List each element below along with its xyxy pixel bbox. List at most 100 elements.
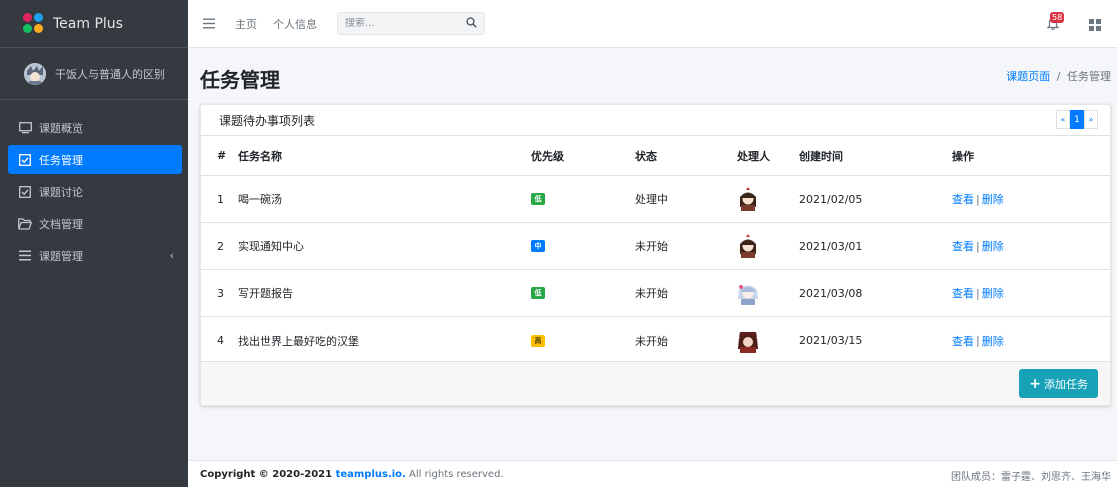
priority-cell: 低 (531, 270, 545, 316)
avatar-girl-3-icon (738, 331, 758, 353)
user-avatar (24, 62, 46, 85)
priority-cell: 低 (531, 176, 545, 222)
breadcrumb-current: 任务管理 (1067, 70, 1111, 83)
checkbox-icon (18, 153, 32, 167)
search-input[interactable] (345, 18, 455, 29)
task-name: 写开题报告 (238, 287, 293, 300)
owner-avatar-cell (737, 270, 759, 316)
row-num: 3 (217, 286, 224, 300)
sidebar-item-topic-management[interactable]: 课题管理 ‹ (8, 241, 182, 270)
footer-site-link[interactable]: teamplus.io. (336, 469, 406, 480)
avatar-girl-1-icon (740, 234, 756, 258)
pagination: « 1 » (1056, 110, 1098, 129)
page-title: 任务管理 (200, 68, 280, 92)
task-name: 喝一碗汤 (238, 193, 282, 206)
created-date: 2021/03/15 (799, 334, 863, 347)
avatar-girl-1-icon (740, 187, 756, 211)
delete-link[interactable]: 删除 (982, 191, 1004, 207)
row-num: 4 (217, 334, 224, 347)
view-link[interactable]: 查看 (952, 191, 974, 207)
column-header-status: 状态 (635, 149, 657, 163)
ops-separator: | (976, 192, 980, 206)
ops-cell: 查看 | 删除 (952, 176, 1004, 222)
task-table: # 任务名称 优先级 状态 处理人 创建时间 操作 1 喝一碗汤 低 处理中 2… (201, 136, 1110, 364)
row-num: 1 (217, 192, 224, 206)
notification-bell[interactable]: 58 (1046, 12, 1065, 33)
breadcrumb: 课题页面 / 任务管理 (1006, 68, 1111, 84)
owner-avatar-cell (737, 223, 759, 269)
sidebar-item-label: 任务管理 (39, 153, 83, 167)
priority-badge: 低 (531, 287, 545, 299)
owner-avatar-cell (737, 317, 759, 364)
monitor-icon (18, 121, 32, 135)
card-title: 课题待办事项列表 (219, 113, 316, 128)
content-wrapper: 任务管理 课题页面 / 任务管理 课题待办事项列表 « 1 » # 任务名称 优… (188, 48, 1117, 460)
sidebar-item-overview[interactable]: 课题概览 (8, 113, 182, 142)
task-status: 未开始 (635, 334, 668, 348)
column-header-ops: 操作 (952, 149, 974, 163)
notification-count-badge: 58 (1050, 12, 1065, 23)
nav-link-profile[interactable]: 个人信息 (273, 16, 317, 32)
view-link[interactable]: 查看 (952, 333, 974, 349)
team-plus-logo-icon (23, 12, 45, 35)
column-header-owner: 处理人 (737, 149, 770, 163)
column-header-num: # (217, 149, 227, 162)
column-header-created: 创建时间 (799, 149, 843, 163)
column-header-name: 任务名称 (238, 149, 282, 163)
table-header-row: # 任务名称 优先级 状态 处理人 创建时间 操作 (201, 136, 1110, 176)
ops-separator: | (976, 286, 980, 300)
row-num: 2 (217, 239, 224, 253)
sidebar-item-label: 文档管理 (39, 217, 83, 231)
owner-avatar-cell (737, 176, 759, 222)
sidebar-toggle-icon[interactable] (203, 17, 217, 31)
pagination-page-button[interactable]: 1 (1070, 110, 1084, 129)
delete-link[interactable]: 删除 (982, 333, 1004, 349)
todo-card: 课题待办事项列表 « 1 » # 任务名称 优先级 状态 处理人 创建时间 操作… (200, 104, 1111, 406)
search-icon[interactable] (466, 16, 477, 31)
ops-separator: | (976, 334, 980, 347)
pagination-next-button[interactable]: » (1084, 110, 1098, 129)
card-header: 课题待办事项列表 « 1 » (201, 105, 1110, 136)
avatar-girl-2-icon (738, 285, 758, 305)
add-task-label: 添加任务 (1044, 377, 1088, 391)
sidebar-item-label: 课题管理 (39, 249, 83, 263)
delete-link[interactable]: 删除 (982, 238, 1004, 254)
table-row: 1 喝一碗汤 低 处理中 2021/02/05 查看 | 删除 (201, 176, 1110, 223)
sidebar-item-discussion[interactable]: 课题讨论 (8, 177, 182, 206)
created-date: 2021/03/01 (799, 239, 863, 253)
sidebar-item-documents[interactable]: 文档管理 (8, 209, 182, 238)
checkbox-icon (18, 185, 32, 199)
plus-icon: + (1029, 375, 1041, 392)
copyright-prefix: Copyright © 2020-2021 (200, 468, 336, 480)
sidebar-item-tasks[interactable]: 任务管理 (8, 145, 182, 174)
priority-cell: 中 (531, 223, 545, 269)
menu-icon (18, 249, 32, 263)
view-link[interactable]: 查看 (952, 285, 974, 301)
table-row: 3 写开题报告 低 未开始 2021/03/08 查看 | 删除 (201, 270, 1110, 317)
apps-grid-icon[interactable] (1089, 19, 1101, 31)
card-footer: + 添加任务 (201, 361, 1110, 405)
ops-cell: 查看 | 删除 (952, 317, 1004, 364)
view-link[interactable]: 查看 (952, 238, 974, 254)
priority-badge: 中 (531, 240, 545, 252)
ops-cell: 查看 | 删除 (952, 270, 1004, 316)
created-date: 2021/02/05 (799, 192, 863, 206)
brand-link[interactable]: Team Plus (0, 0, 188, 48)
pagination-prev-button[interactable]: « (1056, 110, 1070, 129)
column-header-priority: 优先级 (531, 149, 564, 163)
top-navbar: 主页 个人信息 58 (188, 0, 1117, 48)
user-panel[interactable]: 干饭人与普通人的区别 (0, 48, 188, 100)
page-footer: Copyright © 2020-2021 teamplus.io. All r… (188, 460, 1117, 487)
sidebar-nav: 课题概览 任务管理 课题讨论 文档管理 课题管理 ‹ (0, 100, 188, 270)
breadcrumb-parent-link[interactable]: 课题页面 (1006, 70, 1050, 83)
created-date: 2021/03/08 (799, 286, 863, 300)
add-task-button[interactable]: + 添加任务 (1019, 369, 1098, 398)
task-status: 未开始 (635, 287, 668, 300)
delete-link[interactable]: 删除 (982, 285, 1004, 301)
task-status: 处理中 (635, 193, 668, 206)
folder-icon (18, 217, 32, 231)
table-row: 4 找出世界上最好吃的汉堡 高 未开始 2021/03/15 查看 | 删除 (201, 317, 1110, 364)
nav-link-home[interactable]: 主页 (235, 16, 257, 32)
ops-cell: 查看 | 删除 (952, 223, 1004, 269)
priority-cell: 高 (531, 317, 545, 364)
